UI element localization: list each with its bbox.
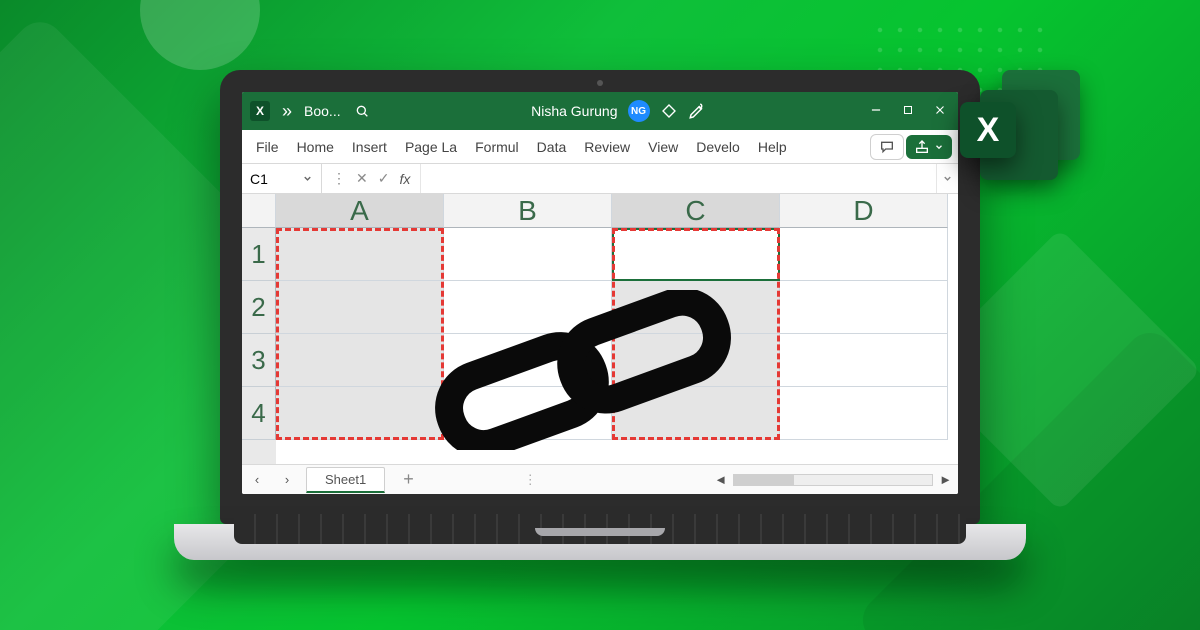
active-cell-outline	[612, 228, 780, 281]
excel-window: X » Boo... Nisha Gurung NG	[242, 92, 958, 494]
excel-logo-badge: X	[960, 70, 1080, 180]
avatar[interactable]: NG	[628, 100, 650, 122]
app-icon: X	[250, 101, 270, 121]
add-sheet-button[interactable]: +	[403, 469, 414, 490]
row-header-4[interactable]: 4	[242, 387, 276, 440]
enter-icon[interactable]: ✓	[378, 170, 390, 187]
formula-bar: C1 ⋮ ✕ ✓ fx	[242, 164, 958, 194]
minimize-button[interactable]	[866, 103, 886, 120]
column-header-b[interactable]: B	[444, 194, 612, 228]
select-all-corner[interactable]	[242, 194, 276, 228]
scroll-left-icon[interactable]: ◄	[714, 472, 727, 487]
row-header-2[interactable]: 2	[242, 281, 276, 334]
quick-access-overflow[interactable]: »	[282, 102, 292, 120]
close-button[interactable]	[930, 103, 950, 120]
tab-data[interactable]: Data	[529, 133, 575, 161]
sheet-tab-bar: ‹ › Sheet1 + ⋮ ◄ ►	[242, 464, 958, 494]
name-box[interactable]: C1	[242, 164, 322, 193]
account-name[interactable]: Nisha Gurung	[531, 103, 617, 119]
cancel-icon[interactable]: ✕	[356, 170, 368, 187]
sheet-tabs-menu[interactable]: ⋮	[524, 472, 537, 488]
column-headers: A B C D	[276, 194, 958, 228]
sheet-nav-next[interactable]: ›	[285, 472, 289, 487]
column-header-a[interactable]: A	[276, 194, 444, 228]
tab-developer[interactable]: Develo	[688, 133, 748, 161]
formula-bar-expand[interactable]	[936, 164, 958, 193]
diamond-icon[interactable]	[660, 102, 678, 120]
tab-file[interactable]: File	[248, 133, 287, 161]
search-icon[interactable]	[353, 102, 371, 120]
tab-view[interactable]: View	[640, 133, 686, 161]
laptop-mockup: X » Boo... Nisha Gurung NG	[220, 70, 980, 560]
spreadsheet-grid[interactable]: A B C D 1 2 3 4	[242, 194, 958, 464]
tab-help[interactable]: Help	[750, 133, 795, 161]
column-header-c[interactable]: C	[612, 194, 780, 228]
sheet-nav-prev[interactable]: ‹	[255, 472, 259, 487]
tab-page-layout[interactable]: Page La	[397, 133, 465, 161]
name-box-value: C1	[250, 171, 268, 187]
row-headers: 1 2 3 4	[242, 228, 276, 464]
laptop-base	[174, 524, 1026, 560]
ribbon-tabs: File Home Insert Page La Formul Data Rev…	[242, 130, 958, 164]
maximize-button[interactable]	[898, 103, 918, 119]
scroll-right-icon[interactable]: ►	[939, 472, 952, 487]
share-button[interactable]	[906, 135, 952, 159]
pen-icon[interactable]	[688, 102, 706, 120]
horizontal-scrollbar[interactable]: ◄ ►	[714, 472, 958, 487]
document-title[interactable]: Boo...	[304, 103, 341, 119]
fx-label[interactable]: fx	[399, 171, 410, 187]
row-header-1[interactable]: 1	[242, 228, 276, 281]
tab-insert[interactable]: Insert	[344, 133, 395, 161]
more-icon[interactable]: ⋮	[332, 170, 346, 187]
column-header-d[interactable]: D	[780, 194, 948, 228]
row-header-3[interactable]: 3	[242, 334, 276, 387]
tab-home[interactable]: Home	[289, 133, 342, 161]
comments-button[interactable]	[870, 134, 904, 160]
sheet-tab-active[interactable]: Sheet1	[306, 467, 385, 493]
tab-review[interactable]: Review	[576, 133, 638, 161]
formula-input[interactable]	[421, 164, 936, 193]
excel-logo-letter: X	[960, 102, 1016, 158]
tab-formulas[interactable]: Formul	[467, 133, 527, 161]
title-bar: X » Boo... Nisha Gurung NG	[242, 92, 958, 130]
